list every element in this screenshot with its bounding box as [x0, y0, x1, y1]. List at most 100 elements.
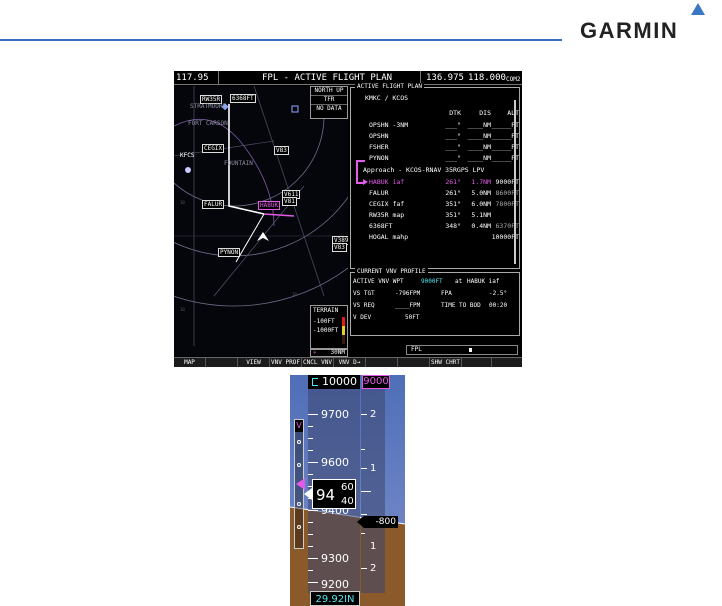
table-row[interactable]: CEGIX faf 351° 6.0NM 7800FT — [351, 199, 521, 209]
svg-text:10: 10 — [292, 292, 297, 297]
com-standby-frequency[interactable]: 136.975 — [426, 72, 464, 84]
table-row[interactable]: FSHER ___° ____NM _____FT — [351, 142, 521, 152]
vertical-deviation-scale: V — [294, 419, 305, 549]
flight-plan-route-row: KMKC / KCOS — [351, 93, 521, 103]
altitude-bug-icon — [312, 378, 318, 386]
col-dtk-header: DTK — [449, 109, 461, 117]
table-row[interactable]: RW35R map 351° 5.1NM — [351, 210, 521, 220]
vnv-active-row: ACTIVE VNV WPT 9000FT at HABUK iaf — [351, 277, 521, 287]
com-active-frequency[interactable]: 118.000 — [468, 72, 506, 84]
north-up-label[interactable]: NORTH UP — [311, 87, 347, 95]
barometric-setting[interactable]: 29.92IN — [310, 591, 360, 606]
mfd-display: 117.95 FPL - ACTIVE FLIGHT PLAN 136.975 … — [174, 71, 522, 367]
waypoint-dtk: 348° — [445, 222, 461, 230]
vs-target-label: VS TGT — [353, 290, 375, 297]
divider — [218, 71, 219, 85]
softkey-shw-chrt[interactable]: SHW CHRT — [430, 358, 462, 367]
vs-required-label: VS REQ — [353, 302, 375, 309]
flight-plan-title: ACTIVE FLIGHT PLAN — [355, 83, 425, 91]
approach-track — [228, 104, 265, 215]
vnv-required-row: VS REQ ____FPM TIME TO BOD 00:20 — [351, 301, 521, 311]
softkey-blank-8[interactable] — [398, 358, 430, 367]
waypoint-dtk: ___° — [445, 132, 461, 140]
waypoint-dis: 5.1NM — [471, 211, 491, 219]
garmin-delta-icon — [691, 3, 705, 15]
vsi-label-down-1: 1 — [370, 541, 377, 552]
page-indicator-block — [469, 348, 472, 352]
altitude-readout-upper: 60 — [341, 482, 354, 493]
vdev-label: V DEV — [353, 314, 372, 321]
vsi-label-up-2: 2 — [370, 409, 377, 420]
map-label-v83-lower: V83 — [332, 243, 347, 252]
table-row-active[interactable]: HABUK iaf 261° 1.7NM 9000FT — [351, 177, 521, 187]
pfd-altimeter-section: V 9700 9600 9500 9400 9300 9200 — [290, 375, 405, 606]
active-flight-plan-window[interactable]: ACTIVE FLIGHT PLAN KMKC / KCOS DTK DIS A… — [350, 83, 521, 269]
softkey-cncl-vnv[interactable]: CNCL VNV — [302, 358, 334, 367]
waypoint-dis: 0.4NM — [471, 222, 491, 230]
waypoint-dtk: 351° — [445, 200, 461, 208]
softkey-blank-10[interactable] — [462, 358, 492, 367]
aircraft-icon: ✈ — [313, 349, 317, 356]
softkey-blank-11[interactable] — [492, 358, 522, 367]
altitude-pointer-icon — [304, 488, 312, 500]
waypoint-dtk: 261° — [445, 178, 461, 186]
map-label-fountain: FOUNTAIN — [224, 160, 253, 167]
svg-text:10: 10 — [180, 200, 185, 205]
aircraft-symbol — [257, 232, 269, 241]
map-label-pynon: PYNON — [218, 248, 241, 257]
mfd-status-bar: 117.95 FPL - ACTIVE FLIGHT PLAN 136.975 … — [174, 71, 522, 85]
softkey-vnv-direct[interactable]: VNV D→ — [334, 358, 366, 367]
altitude-readout-hundreds: 94 — [316, 486, 336, 504]
softkey-blank-7[interactable] — [366, 358, 398, 367]
table-row[interactable]: PYNON ___° ____NM _____FT — [351, 153, 521, 163]
map-range[interactable]: ✈ 30NM — [310, 349, 348, 357]
table-row[interactable]: OPSHN ___° ____NM _____FT — [351, 131, 521, 141]
com-label: COM2 — [506, 76, 521, 83]
vnv-profile-window[interactable]: CURRENT VNV PROFILE ACTIVE VNV WPT 9000F… — [350, 268, 521, 336]
waypoint-name: HOGAL mahp — [369, 233, 409, 241]
active-leg — [263, 213, 295, 217]
map-label-mda: 6368FT — [230, 94, 256, 103]
current-altitude-readout: 94 60 40 — [312, 479, 356, 509]
waypoint-dtk: ___° — [445, 143, 461, 151]
waypoint-dis: ____NM — [467, 154, 491, 162]
selected-altitude-box[interactable]: 10000 — [308, 375, 360, 389]
table-row[interactable]: HOGAL mahp 10000FT — [351, 232, 521, 242]
approach-name: Approach - KCOS-RNAV 35RGPS LPV — [363, 166, 485, 174]
table-row[interactable]: 6368FT 348° 0.4NM 6370FT — [351, 221, 521, 231]
active-vnv-label: ACTIVE VNV WPT — [353, 278, 404, 285]
vertical-speed-readout: -800 — [364, 516, 398, 528]
table-row[interactable]: FALUR 261° 5.0NM 8600FT — [351, 188, 521, 198]
altitude-label-9600: 9600 — [321, 456, 349, 469]
nav-frequency[interactable]: 117.95 — [176, 72, 209, 84]
flight-plan-scrollbar[interactable] — [514, 100, 516, 264]
waypoint-name: FSHER — [369, 143, 389, 151]
time-to-bod-label: TIME TO BOD — [441, 302, 481, 309]
vnv-target-row: VS TGT -796FPM FPA -2.5° — [351, 289, 521, 299]
tfr-label: TFR — [311, 95, 347, 105]
softkey-blank-2[interactable] — [206, 358, 238, 367]
vsi-label-up-1: 1 — [370, 463, 377, 474]
altitude-label-9300: 9300 — [321, 552, 349, 565]
map-orientation-box[interactable]: NORTH UP TFR NO DATA — [310, 86, 348, 119]
softkey-view[interactable]: VIEW — [238, 358, 270, 367]
waypoint-dtk: 261° — [445, 189, 461, 197]
map-label-v81: V81 — [282, 197, 297, 206]
active-leg-arrow-icon — [363, 179, 368, 185]
time-to-bod-value: 00:20 — [489, 302, 508, 309]
map-label-kfcs: KFCS — [180, 152, 195, 159]
waypoint-dtk: 351° — [445, 211, 461, 219]
fpa-value: -2.5° — [489, 290, 508, 297]
waypoint-name: CEGIX faf — [369, 200, 405, 208]
active-vnv-waypoint: HABUK iaf — [467, 278, 500, 285]
approach-header-row[interactable]: Approach - KCOS-RNAV 35RGPS LPV — [351, 165, 521, 175]
terrain-legend: TERRAIN -100FT -1000FT — [310, 305, 348, 349]
active-vnv-at: at — [455, 278, 463, 285]
vnv-vdev-row: V DEV 50FT — [351, 313, 521, 323]
col-dis-header: DIS — [479, 109, 491, 117]
table-row[interactable]: OPSHN -3NM ___° ____NM _____FT — [351, 120, 521, 130]
softkey-map[interactable]: MAP — [174, 358, 206, 367]
vdev-indicator-label: V — [295, 420, 303, 432]
vs-target-value: -796FPM — [395, 290, 421, 297]
softkey-vnv-prof[interactable]: VNV PROF — [270, 358, 302, 367]
